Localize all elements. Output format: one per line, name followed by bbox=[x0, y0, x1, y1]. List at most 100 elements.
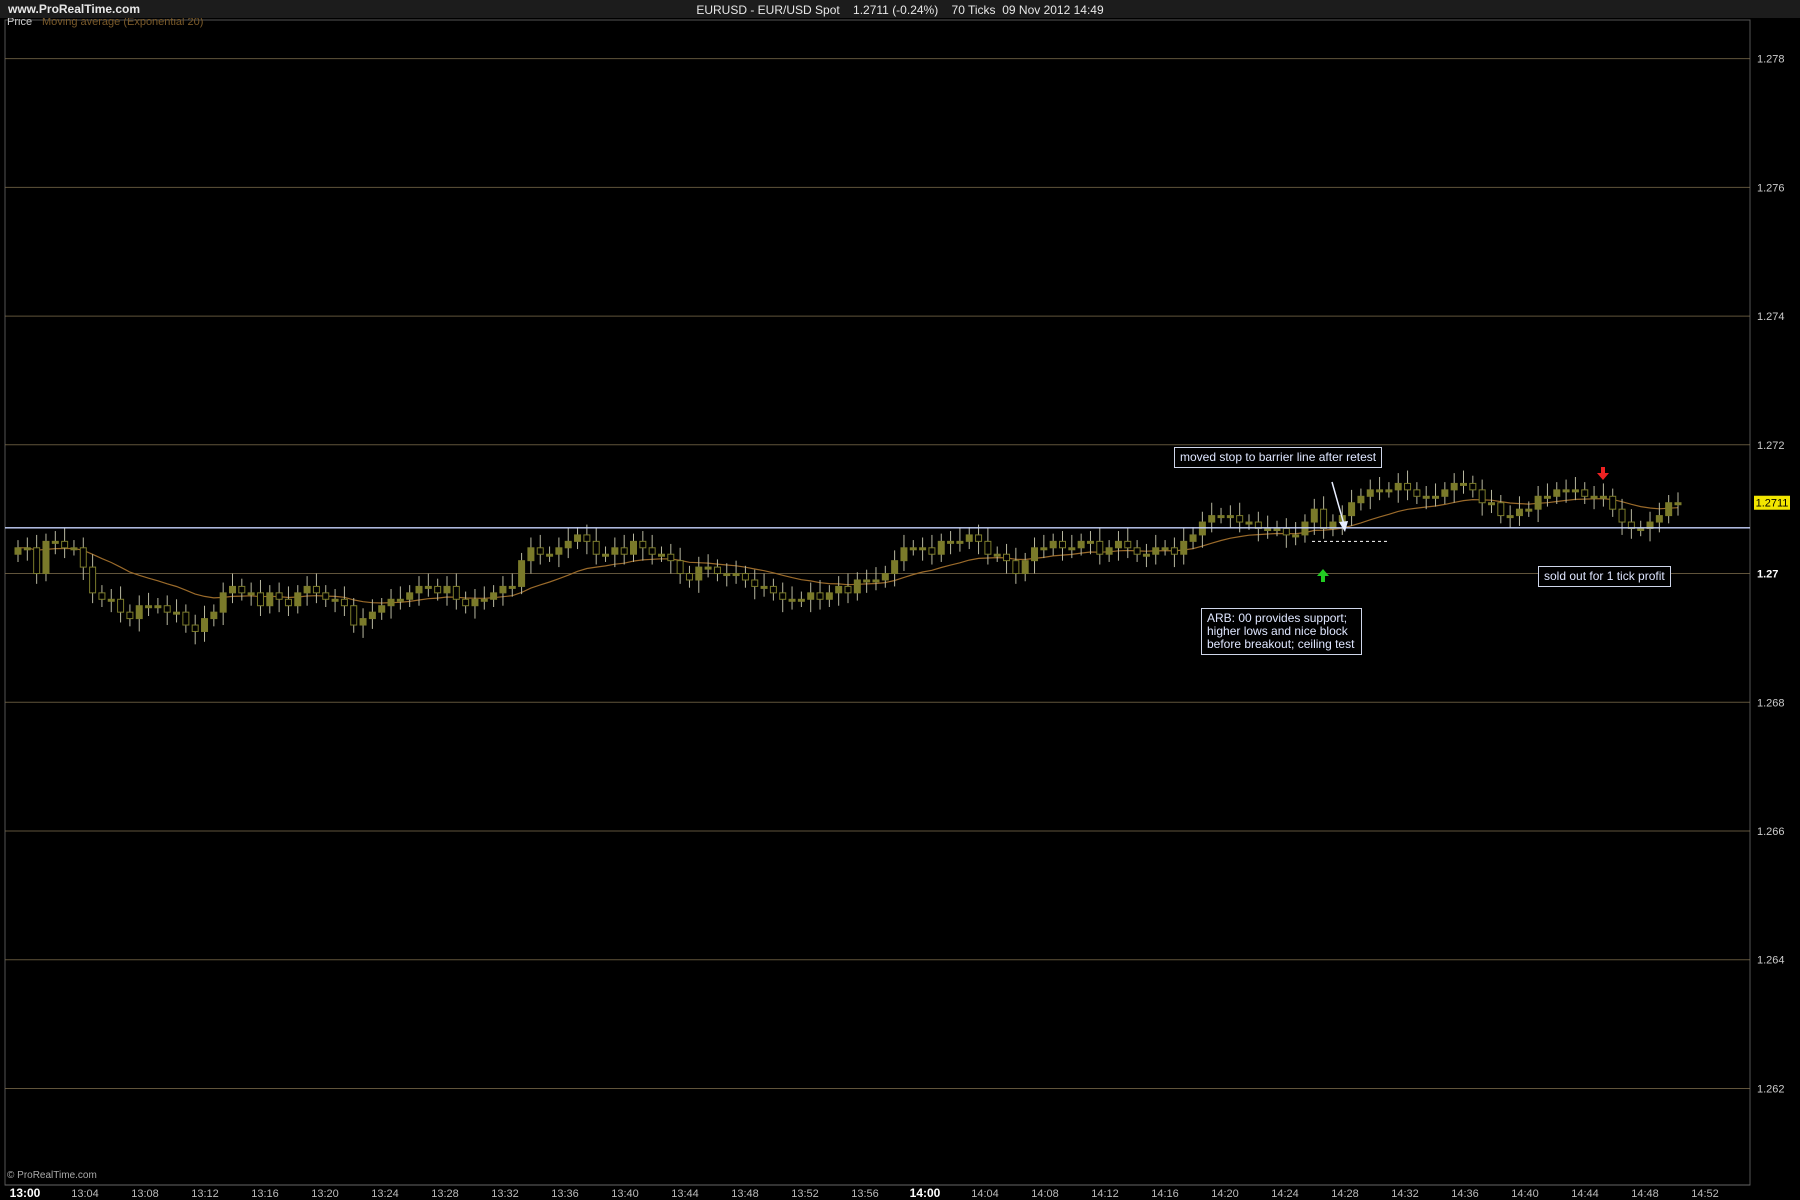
candle-body bbox=[975, 534, 983, 542]
candle-body bbox=[98, 592, 106, 600]
time-tick-label: 14:28 bbox=[1331, 1188, 1359, 1200]
candle-body bbox=[1450, 482, 1458, 491]
annotation-arb-support-text: ARB: 00 provides support; higher lows an… bbox=[1207, 611, 1355, 651]
candle-body bbox=[1208, 515, 1216, 523]
candle-body bbox=[984, 540, 992, 555]
candle-body bbox=[760, 585, 768, 589]
candle-body bbox=[1292, 534, 1300, 538]
time-tick-label: 14:08 bbox=[1031, 1188, 1059, 1200]
time-tick-label: 13:44 bbox=[671, 1188, 699, 1200]
price-tick-label: 1.276 bbox=[1757, 182, 1785, 194]
candle-body bbox=[303, 585, 311, 594]
time-tick-label: 14:16 bbox=[1151, 1188, 1179, 1200]
candle-body bbox=[1114, 540, 1122, 549]
time-tick-label: 13:56 bbox=[851, 1188, 879, 1200]
candle-body bbox=[499, 585, 507, 594]
candle-body bbox=[536, 547, 544, 555]
candle-body bbox=[1049, 540, 1057, 549]
candle-body bbox=[1534, 495, 1542, 510]
candle-body bbox=[1217, 515, 1225, 519]
candle-body bbox=[807, 592, 815, 600]
candle-body bbox=[723, 573, 731, 577]
candle-body bbox=[630, 540, 638, 555]
candle-body bbox=[676, 560, 684, 575]
candle-body bbox=[33, 547, 41, 575]
price-tick-label: 1.274 bbox=[1757, 311, 1785, 323]
candle-body bbox=[1571, 489, 1579, 493]
time-tick-label: 14:32 bbox=[1391, 1188, 1419, 1200]
candle-body bbox=[835, 585, 843, 594]
copyright-label: © ProRealTime.com bbox=[7, 1170, 97, 1181]
candle-body bbox=[256, 592, 264, 607]
candle-body bbox=[1376, 489, 1384, 493]
candle-body bbox=[1581, 489, 1589, 497]
candle-body bbox=[471, 598, 479, 607]
candle-body bbox=[518, 560, 526, 587]
candle-body bbox=[769, 585, 777, 594]
candle-body bbox=[1133, 547, 1141, 555]
title-bar: www.ProRealTime.com EURUSD - EUR/USD Spo… bbox=[0, 0, 1800, 19]
candle-body bbox=[1665, 502, 1673, 517]
candle-body bbox=[1525, 508, 1533, 512]
candle-body bbox=[1404, 482, 1412, 491]
candle-body bbox=[1320, 508, 1328, 529]
candle-body bbox=[1469, 482, 1477, 491]
candle-body bbox=[937, 540, 945, 555]
candle-body bbox=[1264, 527, 1272, 531]
candle-body bbox=[322, 592, 330, 600]
candle-body bbox=[1282, 527, 1290, 536]
annotation-stop-moved-text: moved stop to barrier line after retest bbox=[1180, 450, 1377, 464]
candle-body bbox=[434, 585, 442, 594]
candle-body bbox=[1478, 489, 1486, 504]
candle-body bbox=[1245, 521, 1253, 525]
candle-body bbox=[1599, 495, 1607, 499]
candle-body bbox=[1562, 489, 1570, 493]
annotation-sold-out: sold out for 1 tick profit bbox=[1538, 566, 1671, 587]
candle-body bbox=[1031, 547, 1039, 562]
candle-body bbox=[163, 605, 171, 613]
time-tick-label: 13:52 bbox=[791, 1188, 819, 1200]
candle-body bbox=[1543, 495, 1551, 499]
candle-body bbox=[238, 585, 246, 594]
time-tick-label: 14:52 bbox=[1691, 1188, 1719, 1200]
candle-body bbox=[546, 553, 554, 557]
candle-body bbox=[312, 585, 320, 594]
candle-body bbox=[900, 547, 908, 562]
candle-body bbox=[1236, 515, 1244, 523]
candle-body bbox=[387, 598, 395, 607]
candle-body bbox=[1348, 502, 1356, 517]
candle-body bbox=[1105, 547, 1113, 555]
candle-body bbox=[1226, 515, 1234, 519]
candle-body bbox=[1618, 508, 1626, 523]
candle-body bbox=[1170, 547, 1178, 555]
candle-body bbox=[1086, 540, 1094, 544]
candle-body bbox=[368, 611, 376, 620]
candle-body bbox=[145, 605, 153, 609]
candle-body bbox=[1413, 489, 1421, 497]
price-chart[interactable]: 1.2711 1.278 1.276 1.274 1.272 1.27 1.268 1.26… bbox=[0, 18, 1800, 1200]
candle-body bbox=[1674, 502, 1682, 506]
candle-body bbox=[732, 573, 740, 577]
time-tick-label: 13:16 bbox=[251, 1188, 279, 1200]
candle-body bbox=[1385, 489, 1393, 493]
price-tick-label: 1.262 bbox=[1757, 1083, 1785, 1095]
candle-body bbox=[1161, 547, 1169, 551]
candle-body bbox=[1590, 495, 1598, 499]
time-tick-label: 14:12 bbox=[1091, 1188, 1119, 1200]
candle-body bbox=[182, 611, 190, 626]
candle-body bbox=[1366, 489, 1374, 497]
candle-body bbox=[378, 605, 386, 613]
candle-body bbox=[685, 573, 693, 581]
candle-body bbox=[1609, 495, 1617, 510]
price-tick-label: 1.264 bbox=[1757, 955, 1785, 967]
candle-body bbox=[266, 592, 274, 607]
candle-body bbox=[452, 585, 460, 600]
candle-body bbox=[462, 598, 470, 607]
instrument-info: EURUSD - EUR/USD Spot 1.2711 (-0.24%) 70… bbox=[696, 3, 1104, 17]
time-tick-label: 13:24 bbox=[371, 1188, 399, 1200]
candle-body bbox=[359, 618, 367, 626]
candle-body bbox=[51, 540, 59, 544]
candle-body bbox=[1497, 502, 1505, 517]
candle-body bbox=[1422, 495, 1430, 499]
candle-body bbox=[1012, 560, 1020, 575]
